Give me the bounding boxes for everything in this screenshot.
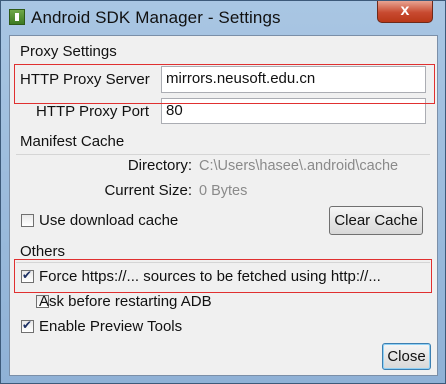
proxy-server-label: HTTP Proxy Server [20, 71, 150, 88]
dialog-body: Proxy Settings HTTP Proxy Server mirrors… [9, 35, 438, 376]
window-title: Android SDK Manager - Settings [31, 8, 281, 27]
current-size-label: Current Size: [104, 182, 192, 199]
android-sdk-app-icon [9, 9, 25, 25]
manifest-section-title: Manifest Cache [20, 133, 125, 150]
others-section-title: Others [20, 243, 66, 260]
force-https-checkbox[interactable] [21, 268, 34, 283]
proxy-group-divider [16, 64, 430, 65]
directory-value: C:\Users\hasee\.android\cache [199, 158, 399, 174]
current-size-value: 0 Bytes [199, 183, 248, 199]
settings-window: Android SDK Manager - Settings x Proxy S… [0, 0, 446, 384]
proxy-server-input[interactable]: mirrors.neusoft.edu.cn [161, 66, 426, 93]
proxy-port-label: HTTP Proxy Port [36, 103, 150, 120]
enable-preview-tools-label[interactable]: Enable Preview Tools [39, 318, 182, 335]
use-download-cache-label[interactable]: Use download cache [39, 212, 178, 229]
use-download-cache-checkbox[interactable] [21, 214, 34, 227]
manifest-group-divider [16, 154, 430, 155]
enable-preview-tools-checkbox[interactable] [21, 318, 34, 333]
title-bar[interactable]: Android SDK Manager - Settings x [1, 1, 445, 35]
directory-label: Directory: [127, 157, 192, 174]
force-https-label[interactable]: Force https://... sources to be fetched … [39, 268, 381, 285]
proxy-section-title: Proxy Settings [20, 43, 117, 60]
ask-restart-adb-label[interactable]: Ask before restarting ADB [39, 293, 212, 310]
others-group-divider [16, 262, 430, 263]
close-button[interactable]: Close [382, 343, 431, 370]
window-close-button[interactable]: x [377, 1, 433, 23]
clear-cache-button[interactable]: Clear Cache [329, 206, 423, 235]
proxy-port-input[interactable]: 80 [161, 98, 426, 124]
